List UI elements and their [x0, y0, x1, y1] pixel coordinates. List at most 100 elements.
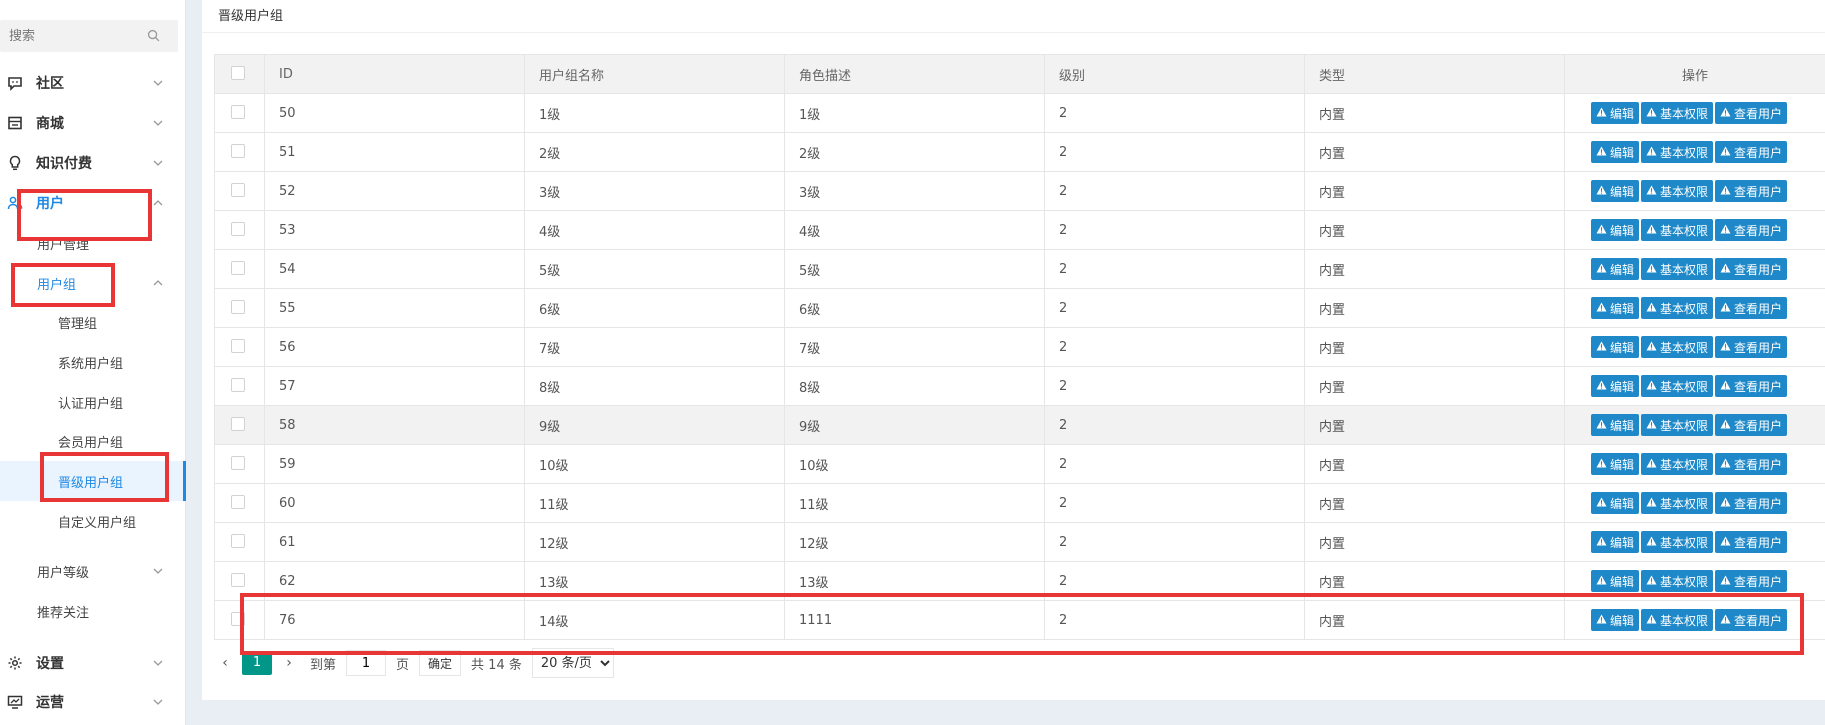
basic-permissions-button[interactable]: 基本权限 — [1641, 297, 1714, 319]
column-header-desc[interactable]: 角色描述 — [784, 54, 1045, 94]
page-size-select[interactable]: 20 条/页 — [531, 648, 614, 678]
table-row[interactable]: 56 7级 7级 2 内置 编辑 基本权限 查看用户 — [214, 327, 1825, 367]
view-users-button[interactable]: 查看用户 — [1715, 258, 1788, 280]
column-header-name[interactable]: 用户组名称 — [524, 54, 785, 94]
view-users-button[interactable]: 查看用户 — [1715, 180, 1788, 202]
edit-button[interactable]: 编辑 — [1591, 102, 1640, 124]
basic-permissions-button[interactable]: 基本权限 — [1641, 453, 1714, 475]
page-jump-input[interactable] — [346, 650, 387, 676]
prev-page-icon[interactable]: ‹ — [214, 655, 236, 671]
view-users-button[interactable]: 查看用户 — [1715, 492, 1788, 514]
row-checkbox[interactable] — [231, 300, 245, 314]
column-header-level[interactable]: 级别 — [1044, 54, 1305, 94]
current-page-button[interactable]: 1 — [242, 651, 272, 675]
edit-button[interactable]: 编辑 — [1591, 609, 1640, 631]
edit-button[interactable]: 编辑 — [1591, 141, 1640, 163]
sidebar-group-custom[interactable]: 自定义用户组 — [0, 501, 186, 541]
row-checkbox[interactable] — [231, 144, 245, 158]
edit-button[interactable]: 编辑 — [1591, 258, 1640, 280]
sidebar-group-promotion[interactable]: 晋级用户组 — [0, 461, 186, 501]
edit-button[interactable]: 编辑 — [1591, 336, 1640, 358]
confirm-button[interactable]: 确定 — [419, 650, 462, 676]
table-row[interactable]: 57 8级 8级 2 内置 编辑 基本权限 查看用户 — [214, 366, 1825, 406]
basic-permissions-button[interactable]: 基本权限 — [1641, 570, 1714, 592]
view-users-button[interactable]: 查看用户 — [1715, 141, 1788, 163]
table-row[interactable]: 54 5级 5级 2 内置 编辑 基本权限 查看用户 — [214, 249, 1825, 289]
basic-permissions-button[interactable]: 基本权限 — [1641, 414, 1714, 436]
edit-button[interactable]: 编辑 — [1591, 414, 1640, 436]
sidebar-group-system[interactable]: 系统用户组 — [0, 342, 186, 382]
row-checkbox[interactable] — [231, 378, 245, 392]
view-users-button[interactable]: 查看用户 — [1715, 336, 1788, 358]
sidebar-menu-store[interactable]: 商城 — [0, 103, 186, 143]
sidebar-menu-community[interactable]: 社区 — [0, 63, 186, 103]
sidebar-subitem-user-level[interactable]: 用户等级 — [0, 551, 186, 591]
edit-button[interactable]: 编辑 — [1591, 180, 1640, 202]
view-users-button[interactable]: 查看用户 — [1715, 570, 1788, 592]
sidebar-menu-users[interactable]: 用户 — [0, 183, 186, 223]
edit-button[interactable]: 编辑 — [1591, 570, 1640, 592]
table-row[interactable]: 62 13级 13级 2 内置 编辑 基本权限 查看用户 — [214, 561, 1825, 601]
basic-permissions-button[interactable]: 基本权限 — [1641, 531, 1714, 553]
row-checkbox[interactable] — [231, 105, 245, 119]
row-checkbox[interactable] — [231, 534, 245, 548]
sidebar-menu-operations[interactable]: 运营 — [0, 682, 186, 722]
basic-permissions-button[interactable]: 基本权限 — [1641, 258, 1714, 280]
sidebar-subitem-user-group[interactable]: 用户组 — [0, 263, 186, 303]
column-header-type[interactable]: 类型 — [1304, 54, 1565, 94]
edit-button[interactable]: 编辑 — [1591, 219, 1640, 241]
view-users-button[interactable]: 查看用户 — [1715, 297, 1788, 319]
view-users-button[interactable]: 查看用户 — [1715, 414, 1788, 436]
view-users-button[interactable]: 查看用户 — [1715, 453, 1788, 475]
row-checkbox[interactable] — [231, 495, 245, 509]
basic-permissions-button[interactable]: 基本权限 — [1641, 141, 1714, 163]
column-header-id[interactable]: ID — [264, 54, 525, 94]
next-page-icon[interactable]: › — [278, 655, 300, 671]
sidebar-menu-paid-knowledge[interactable]: 知识付费 — [0, 143, 186, 183]
basic-permissions-button[interactable]: 基本权限 — [1641, 336, 1714, 358]
table-row[interactable]: 51 2级 2级 2 内置 编辑 基本权限 查看用户 — [214, 132, 1825, 172]
sidebar-menu-settings[interactable]: 设置 — [0, 643, 186, 683]
row-checkbox[interactable] — [231, 417, 245, 431]
table-row[interactable]: 76 14级 1111 2 内置 编辑 基本权限 查看用户 — [214, 600, 1825, 640]
edit-button[interactable]: 编辑 — [1591, 297, 1640, 319]
table-row[interactable]: 52 3级 3级 2 内置 编辑 基本权限 查看用户 — [214, 171, 1825, 211]
select-all-checkbox[interactable] — [231, 66, 245, 80]
sidebar-menu-label: 设置 — [36, 656, 64, 672]
table-row[interactable]: 55 6级 6级 2 内置 编辑 基本权限 查看用户 — [214, 288, 1825, 328]
row-checkbox[interactable] — [231, 612, 245, 626]
sidebar-group-verified[interactable]: 认证用户组 — [0, 382, 186, 422]
row-checkbox[interactable] — [231, 261, 245, 275]
sidebar-group-admin[interactable]: 管理组 — [0, 302, 186, 342]
basic-permissions-button[interactable]: 基本权限 — [1641, 102, 1714, 124]
table-row[interactable]: 58 9级 9级 2 内置 编辑 基本权限 查看用户 — [214, 405, 1825, 445]
row-checkbox[interactable] — [231, 339, 245, 353]
table-row[interactable]: 50 1级 1级 2 内置 编辑 基本权限 查看用户 — [214, 93, 1825, 133]
basic-permissions-button[interactable]: 基本权限 — [1641, 180, 1714, 202]
edit-button[interactable]: 编辑 — [1591, 375, 1640, 397]
view-users-button[interactable]: 查看用户 — [1715, 609, 1788, 631]
view-users-button[interactable]: 查看用户 — [1715, 219, 1788, 241]
row-checkbox[interactable] — [231, 456, 245, 470]
table-row[interactable]: 60 11级 11级 2 内置 编辑 基本权限 查看用户 — [214, 483, 1825, 523]
basic-permissions-button[interactable]: 基本权限 — [1641, 609, 1714, 631]
sidebar-subitem-user-manage[interactable]: 用户管理 — [0, 223, 186, 263]
basic-permissions-button[interactable]: 基本权限 — [1641, 219, 1714, 241]
view-users-button[interactable]: 查看用户 — [1715, 102, 1788, 124]
edit-button[interactable]: 编辑 — [1591, 492, 1640, 514]
basic-permissions-button[interactable]: 基本权限 — [1641, 375, 1714, 397]
table-row[interactable]: 53 4级 4级 2 内置 编辑 基本权限 查看用户 — [214, 210, 1825, 250]
row-checkbox[interactable] — [231, 573, 245, 587]
search-icon[interactable] — [147, 29, 160, 46]
row-checkbox[interactable] — [231, 222, 245, 236]
row-checkbox[interactable] — [231, 183, 245, 197]
view-users-button[interactable]: 查看用户 — [1715, 531, 1788, 553]
table-row[interactable]: 61 12级 12级 2 内置 编辑 基本权限 查看用户 — [214, 522, 1825, 562]
sidebar-group-member[interactable]: 会员用户组 — [0, 421, 186, 461]
edit-button[interactable]: 编辑 — [1591, 531, 1640, 553]
basic-permissions-button[interactable]: 基本权限 — [1641, 492, 1714, 514]
edit-button[interactable]: 编辑 — [1591, 453, 1640, 475]
view-users-button[interactable]: 查看用户 — [1715, 375, 1788, 397]
table-row[interactable]: 59 10级 10级 2 内置 编辑 基本权限 查看用户 — [214, 444, 1825, 484]
sidebar-subitem-recommend-follow[interactable]: 推荐关注 — [0, 591, 186, 631]
